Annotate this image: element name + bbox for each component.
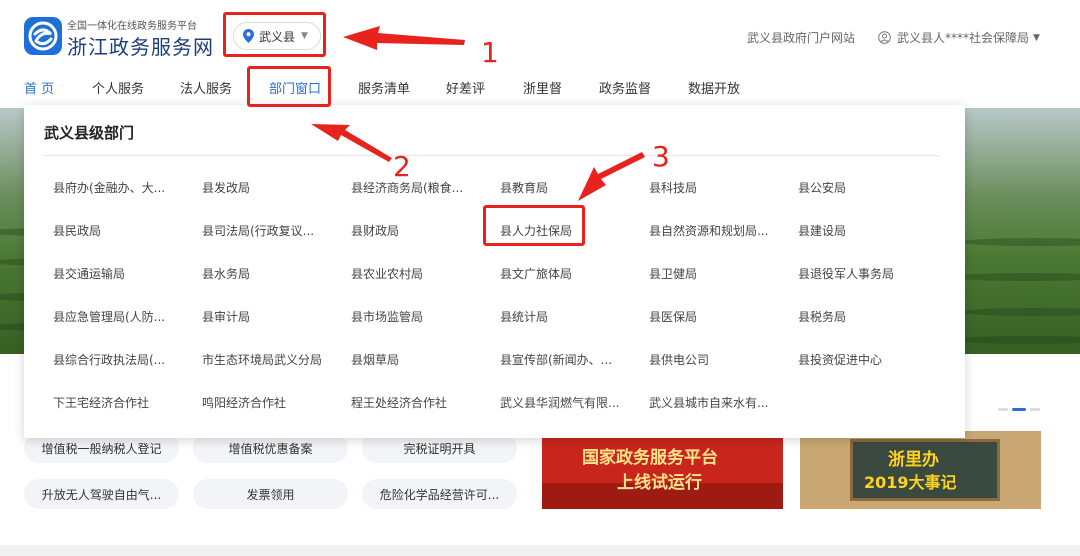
department-link[interactable]: 县供电公司 bbox=[649, 351, 774, 368]
nav-home[interactable]: 首 页 bbox=[24, 78, 54, 97]
service-pill[interactable]: 危险化学品经营许可... bbox=[362, 479, 517, 509]
department-link[interactable]: 县审计局 bbox=[202, 308, 327, 325]
footer-strip bbox=[0, 545, 1080, 556]
department-link[interactable]: 县经济商务局(粮食... bbox=[351, 179, 476, 196]
department-link[interactable]: 县财政局 bbox=[351, 222, 476, 239]
department-link[interactable]: 县建设局 bbox=[798, 222, 923, 239]
dropdown-title: 武义县级部门 bbox=[44, 124, 135, 142]
nav-legal-person-services[interactable]: 法人服务 bbox=[180, 78, 232, 97]
divider bbox=[44, 155, 939, 156]
department-link[interactable]: 县烟草局 bbox=[351, 351, 476, 368]
department-link[interactable]: 下王宅经济合作社 bbox=[53, 394, 178, 411]
department-link[interactable]: 鸣阳经济合作社 bbox=[202, 394, 327, 411]
department-link[interactable]: 县宣传部(新闻办、... bbox=[500, 351, 625, 368]
department-link[interactable]: 市生态环境局武义分局 bbox=[202, 351, 327, 368]
nav-review[interactable]: 好差评 bbox=[446, 78, 485, 97]
carousel-dot[interactable] bbox=[1030, 408, 1040, 411]
department-link[interactable]: 程王处经济合作社 bbox=[351, 394, 476, 411]
nav-open-data[interactable]: 数据开放 bbox=[688, 78, 740, 97]
nav-personal-services[interactable]: 个人服务 bbox=[92, 78, 144, 97]
department-link[interactable]: 县退役军人事务局 bbox=[798, 265, 923, 282]
carousel-dot[interactable] bbox=[998, 408, 1008, 411]
department-link[interactable]: 县教育局 bbox=[500, 179, 625, 196]
department-link[interactable]: 县水务局 bbox=[202, 265, 327, 282]
department-link[interactable]: 县发改局 bbox=[202, 179, 327, 196]
department-link[interactable]: 县医保局 bbox=[649, 308, 774, 325]
department-link[interactable]: 县农业农村局 bbox=[351, 265, 476, 282]
department-link[interactable]: 县综合行政执法局(... bbox=[53, 351, 178, 368]
user-menu[interactable]: 武义县人****社会保障局 ▼ bbox=[878, 29, 1040, 46]
card-title: 国家政务服务平台 bbox=[582, 448, 718, 468]
department-link[interactable]: 县文广旅体局 bbox=[500, 265, 625, 282]
header: 全国一体化在线政务服务平台 浙江政务服务网 武义县 ▼ 武义县政府门户网站 武义… bbox=[0, 0, 1080, 70]
department-dropdown: 武义县级部门 县府办(金融办、大... 县发改局 县经济商务局(粮食... 县教… bbox=[24, 105, 965, 438]
card-subtitle: 上线试运行 bbox=[617, 473, 702, 493]
annotation-highlight-department bbox=[483, 205, 585, 246]
department-link[interactable]: 县公安局 bbox=[798, 179, 923, 196]
service-pill[interactable]: 升放无人驾驶自由气... bbox=[24, 479, 179, 509]
chevron-down-icon: ▼ bbox=[1033, 32, 1040, 43]
department-link[interactable]: 县市场监管局 bbox=[351, 308, 476, 325]
department-link[interactable]: 县卫健局 bbox=[649, 265, 774, 282]
user-icon bbox=[878, 31, 891, 44]
brand-subtitle: 全国一体化在线政务服务平台 bbox=[67, 21, 197, 32]
carousel-indicator[interactable] bbox=[998, 408, 1040, 411]
department-link[interactable]: 县应急管理局(人防... bbox=[53, 308, 178, 325]
user-name: 武义县人****社会保障局 bbox=[897, 31, 1030, 45]
card-subtitle: 2019大事记 bbox=[864, 473, 957, 492]
department-link[interactable]: 县税务局 bbox=[798, 308, 923, 325]
department-link[interactable]: 武义县华润燃气有限... bbox=[500, 394, 625, 411]
department-link[interactable]: 县统计局 bbox=[500, 308, 625, 325]
brand-title[interactable]: 浙江政务服务网 bbox=[67, 31, 214, 60]
department-link[interactable]: 县交通运输局 bbox=[53, 265, 178, 282]
department-link[interactable]: 县自然资源和规划局... bbox=[649, 222, 774, 239]
nav-zheli-du[interactable]: 浙里督 bbox=[523, 78, 562, 97]
annotation-number-2: 2 bbox=[393, 150, 411, 183]
annotation-number-1: 1 bbox=[481, 36, 499, 69]
annotation-highlight-nav bbox=[247, 66, 331, 107]
department-link[interactable]: 县司法局(行政复议... bbox=[202, 222, 327, 239]
nav-gov-supervision[interactable]: 政务监督 bbox=[599, 78, 651, 97]
main-nav: 首 页 个人服务 法人服务 部门窗口 服务清单 好差评 浙里督 政务监督 数据开… bbox=[0, 70, 1080, 108]
department-link[interactable]: 武义县城市自来水有... bbox=[649, 394, 774, 411]
news-card-platform[interactable]: 国家政务服务平台 上线试运行 bbox=[542, 431, 783, 509]
card-title: 浙里办 bbox=[888, 450, 939, 470]
service-pill[interactable]: 发票领用 bbox=[193, 479, 348, 509]
department-link[interactable]: 县府办(金融办、大... bbox=[53, 179, 178, 196]
annotation-number-3: 3 bbox=[652, 140, 670, 173]
department-link[interactable]: 县科技局 bbox=[649, 179, 774, 196]
department-link[interactable]: 县投资促进中心 bbox=[798, 351, 923, 368]
nav-service-list[interactable]: 服务清单 bbox=[358, 78, 410, 97]
carousel-dot-active[interactable] bbox=[1012, 408, 1026, 411]
department-link[interactable]: 县民政局 bbox=[53, 222, 178, 239]
logo-icon[interactable] bbox=[24, 17, 62, 55]
annotation-highlight-region bbox=[223, 12, 326, 57]
gov-portal-link[interactable]: 武义县政府门户网站 bbox=[747, 29, 855, 46]
news-card-zheliban[interactable]: 浙里办 2019大事记 bbox=[800, 431, 1041, 509]
